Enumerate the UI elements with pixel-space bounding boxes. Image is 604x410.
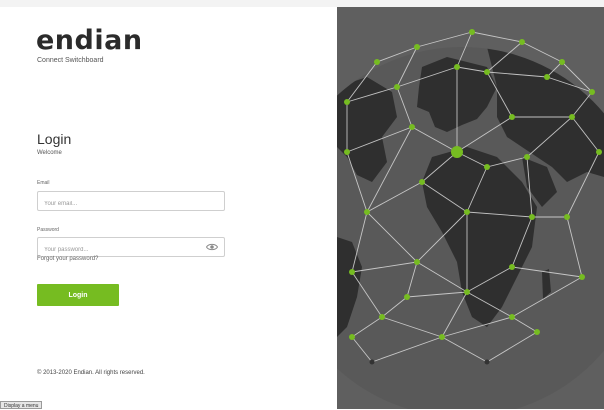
email-field[interactable] [38, 195, 204, 213]
email-label: Email [37, 180, 50, 186]
globe-panel [337, 7, 604, 409]
email-field-wrapper [37, 191, 225, 213]
forgot-password-link[interactable]: Forgot your password? [37, 256, 98, 262]
top-border [0, 0, 604, 7]
display-menu-button[interactable]: Display a menu [0, 401, 43, 409]
copyright-text: © 2013-2020 Endian. All rights reserved. [37, 370, 145, 376]
eye-icon[interactable] [206, 243, 218, 251]
login-heading: Login [37, 131, 72, 147]
password-field-wrapper [37, 237, 225, 259]
product-subtitle: Connect Switchboard [37, 57, 104, 64]
welcome-text: Welcome [37, 150, 62, 156]
globe-illustration [337, 29, 604, 409]
endian-logo: endian [36, 25, 143, 56]
password-label: Password [37, 227, 59, 233]
login-button[interactable]: Login [37, 284, 119, 306]
